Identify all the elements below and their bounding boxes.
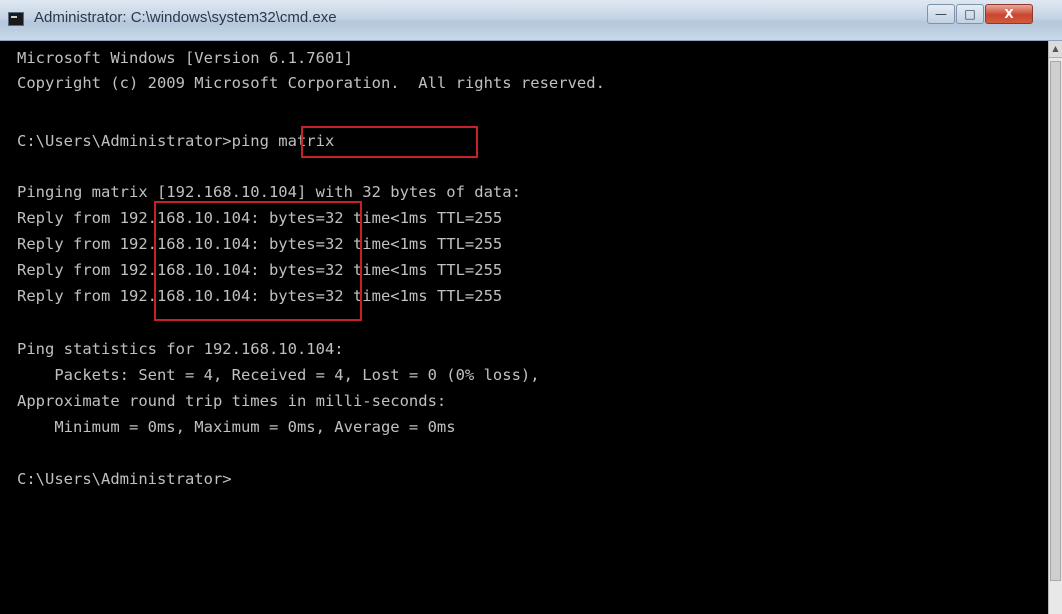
console-line: Packets: Sent = 4, Received = 4, Lost = … (17, 366, 540, 384)
command-prompt-line: C:\Users\Administrator>ping matrix (17, 132, 335, 150)
maximize-button[interactable]: □ (956, 4, 984, 24)
console-line: Minimum = 0ms, Maximum = 0ms, Average = … (17, 418, 456, 436)
reply-line: Reply from 192.168.10.104: bytes=32 time… (17, 235, 503, 253)
console-output[interactable]: Microsoft Windows [Version 6.1.7601] Cop… (0, 41, 1048, 614)
console-line: Microsoft Windows [Version 6.1.7601] (17, 49, 353, 67)
cmd-window: Administrator: C:\windows\system32\cmd.e… (0, 0, 1062, 614)
console-line: Ping statistics for 192.168.10.104: (17, 340, 344, 358)
scroll-up-arrow-icon[interactable]: ▲ (1049, 41, 1062, 58)
console-line: Approximate round trip times in milli-se… (17, 392, 447, 410)
cmd-icon[interactable] (8, 12, 24, 26)
current-prompt: C:\Users\Administrator> (17, 470, 232, 488)
window-title: Administrator: C:\windows\system32\cmd.e… (34, 9, 337, 26)
title-bar[interactable]: Administrator: C:\windows\system32\cmd.e… (0, 0, 1062, 41)
console-line: Copyright (c) 2009 Microsoft Corporation… (17, 74, 605, 92)
minimize-button[interactable]: — (927, 4, 955, 24)
vertical-scrollbar[interactable]: ▲ (1048, 41, 1062, 614)
reply-line: Reply from 192.168.10.104: bytes=32 time… (17, 209, 503, 227)
reply-line: Reply from 192.168.10.104: bytes=32 time… (17, 261, 503, 279)
console-line: Pinging matrix [192.168.10.104] with 32 … (17, 183, 521, 201)
scroll-thumb[interactable] (1050, 61, 1061, 581)
reply-line: Reply from 192.168.10.104: bytes=32 time… (17, 287, 503, 305)
close-button[interactable]: X (985, 4, 1033, 24)
